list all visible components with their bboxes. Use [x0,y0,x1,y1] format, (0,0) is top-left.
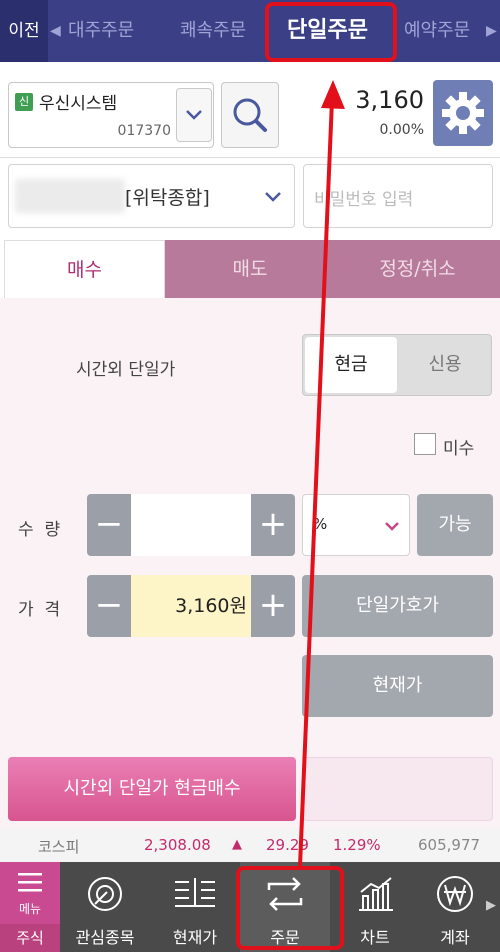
annotation-arrow [298,80,345,867]
